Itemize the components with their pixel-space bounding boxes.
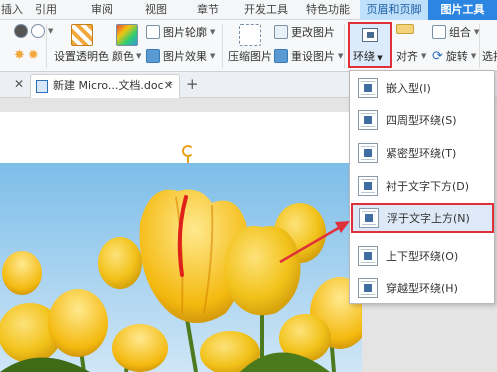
chevron-down-icon: ▼ (48, 27, 54, 35)
color-palette-icon (115, 24, 138, 46)
wrap-option-label: 紧密型环绕(T) (386, 147, 457, 160)
tab-header-footer[interactable]: 页眉和页脚 (360, 0, 428, 20)
tab-references[interactable]: 引用 (26, 0, 66, 20)
tight-wrap-icon (358, 143, 378, 163)
select-label: 选择 (482, 50, 497, 63)
align-top-button[interactable] (396, 24, 414, 34)
reset-picture-label: 重设图片 (291, 50, 335, 63)
contrast-icon (14, 24, 28, 38)
top-bottom-wrap-icon (358, 246, 378, 266)
behind-text-icon (358, 176, 378, 196)
picture-effect-icon (146, 49, 160, 63)
inline-wrap-icon (358, 78, 378, 98)
align-button[interactable]: 对齐 ▼ (396, 48, 426, 64)
brightness-buttons[interactable]: ▼ (14, 24, 53, 38)
tulip-photo-graphic (0, 163, 362, 372)
rotate-button[interactable]: ⟳ 旋转 ▼ (432, 48, 476, 64)
pencil-icon (146, 25, 160, 39)
transparent-color-icon (70, 24, 93, 46)
word-document-icon (36, 80, 48, 93)
document-tab[interactable]: 新建 Micro...文档.doc * ✕ (30, 74, 180, 98)
change-picture-icon (274, 25, 288, 39)
align-icon (396, 24, 414, 34)
wrap-option-label: 四周型环绕(S) (386, 114, 457, 127)
sun-icon: ✸ (14, 48, 25, 63)
group-icon (432, 25, 446, 39)
picture-effect-button[interactable]: 图片效果 ▼ (146, 48, 215, 64)
tab-chapter[interactable]: 章节 (188, 0, 228, 20)
picture-outline-button[interactable]: 图片轮廓 ▼ (146, 24, 215, 40)
ribbon-divider (222, 24, 223, 68)
tab-special-features[interactable]: 特色功能 (298, 0, 358, 20)
compress-picture-label: 压缩图片 (228, 50, 272, 63)
wrap-option-square[interactable]: 四周型环绕(S) (352, 105, 492, 135)
wrap-option-label: 浮于文字上方(N) (387, 212, 470, 225)
chevron-down-icon: ▼ (210, 52, 216, 60)
wrap-text-dropdown: 嵌入型(I) 四周型环绕(S) 紧密型环绕(T) 衬于文字下方(D) 浮于文字上… (349, 70, 495, 304)
color-button[interactable]: 颜色 ▼ (112, 24, 141, 64)
new-tab-button[interactable]: + (186, 75, 199, 93)
ribbon-divider (344, 24, 345, 68)
wrap-option-tight[interactable]: 紧密型环绕(T) (352, 138, 492, 168)
wrap-option-through[interactable]: 穿越型环绕(H) (352, 273, 492, 303)
tulip-picture[interactable] (0, 163, 362, 372)
change-picture-label: 更改图片 (291, 26, 335, 39)
brightness-icon (31, 24, 45, 38)
tab-developer[interactable]: 开发工具 (236, 0, 296, 20)
rotate-handle-icon[interactable] (182, 145, 194, 157)
sun-buttons[interactable]: ✸ ✹ (14, 48, 39, 63)
through-wrap-icon (358, 278, 378, 298)
wrap-option-in-front-of-text[interactable]: 浮于文字上方(N) (351, 203, 494, 233)
color-label-wrap: 颜色 ▼ (112, 48, 141, 64)
set-transparent-color-label: 设置透明色 (54, 50, 109, 63)
tab-insert[interactable]: 插入 (0, 0, 24, 20)
chevron-down-icon: ▼ (421, 52, 427, 60)
wrap-option-top-bottom[interactable]: 上下型环绕(O) (352, 241, 492, 271)
picture-effect-label: 图片效果 (163, 50, 207, 63)
compress-icon (239, 24, 261, 46)
wrap-option-label: 嵌入型(I) (386, 82, 431, 95)
set-transparent-color-button[interactable]: 设置透明色 (54, 24, 109, 64)
change-picture-button[interactable]: 更改图片 (274, 24, 335, 40)
group-button[interactable]: 组合 ▼ (432, 24, 479, 40)
wrap-option-label: 衬于文字下方(D) (386, 180, 470, 193)
wrap-text-button[interactable]: 环绕 ▼ (348, 22, 392, 68)
compress-picture-button[interactable]: 压缩图片 (228, 24, 272, 64)
chevron-down-icon: ▼ (136, 52, 142, 60)
ribbon-divider (479, 24, 480, 68)
wrap-text-icon (362, 28, 378, 42)
ribbon-divider (46, 24, 47, 68)
in-front-of-text-icon (359, 208, 379, 228)
tab-view[interactable]: 视图 (136, 0, 176, 20)
document-tab-title: 新建 Micro...文档.doc * (53, 79, 173, 92)
picture-outline-label: 图片轮廓 (163, 26, 207, 39)
reset-picture-button[interactable]: 重设图片 ▼ (274, 48, 343, 64)
reset-picture-icon (274, 49, 288, 63)
wrap-option-label: 上下型环绕(O) (386, 250, 459, 263)
chevron-down-icon: ▼ (210, 28, 216, 36)
align-label: 对齐 (396, 50, 418, 63)
close-icon[interactable]: ✕ (14, 77, 24, 91)
wrap-text-label: 环绕 ▼ (353, 50, 383, 63)
square-wrap-icon (358, 110, 378, 130)
ribbon-toolbar: ▼ ✸ ✹ 设置透明色 颜色 ▼ 图片轮廓 ▼ 图片效果 ▼ 压缩图片 更改图片 (0, 20, 497, 72)
rotate-icon: ⟳ (432, 48, 443, 64)
wrap-option-label: 穿越型环绕(H) (386, 282, 458, 295)
close-tab-icon[interactable]: ✕ (164, 75, 173, 97)
menu-tab-bar: 插入 引用 审阅 视图 章节 开发工具 特色功能 页眉和页脚 图片工具 (0, 0, 497, 20)
chevron-down-icon: ▼ (338, 52, 344, 60)
rotate-label: 旋转 (445, 50, 468, 63)
tab-picture-tools[interactable]: 图片工具 (428, 0, 497, 20)
group-label: 组合 (449, 26, 471, 39)
chevron-down-icon: ▼ (470, 52, 477, 60)
tab-review[interactable]: 审阅 (82, 0, 122, 20)
wrap-option-behind-text[interactable]: 衬于文字下方(D) (352, 171, 492, 201)
color-label: 颜色 (112, 50, 134, 63)
select-button[interactable]: 选择 (482, 48, 497, 64)
sun-dim-icon: ✹ (27, 48, 39, 63)
wrap-option-inline[interactable]: 嵌入型(I) (352, 73, 492, 103)
